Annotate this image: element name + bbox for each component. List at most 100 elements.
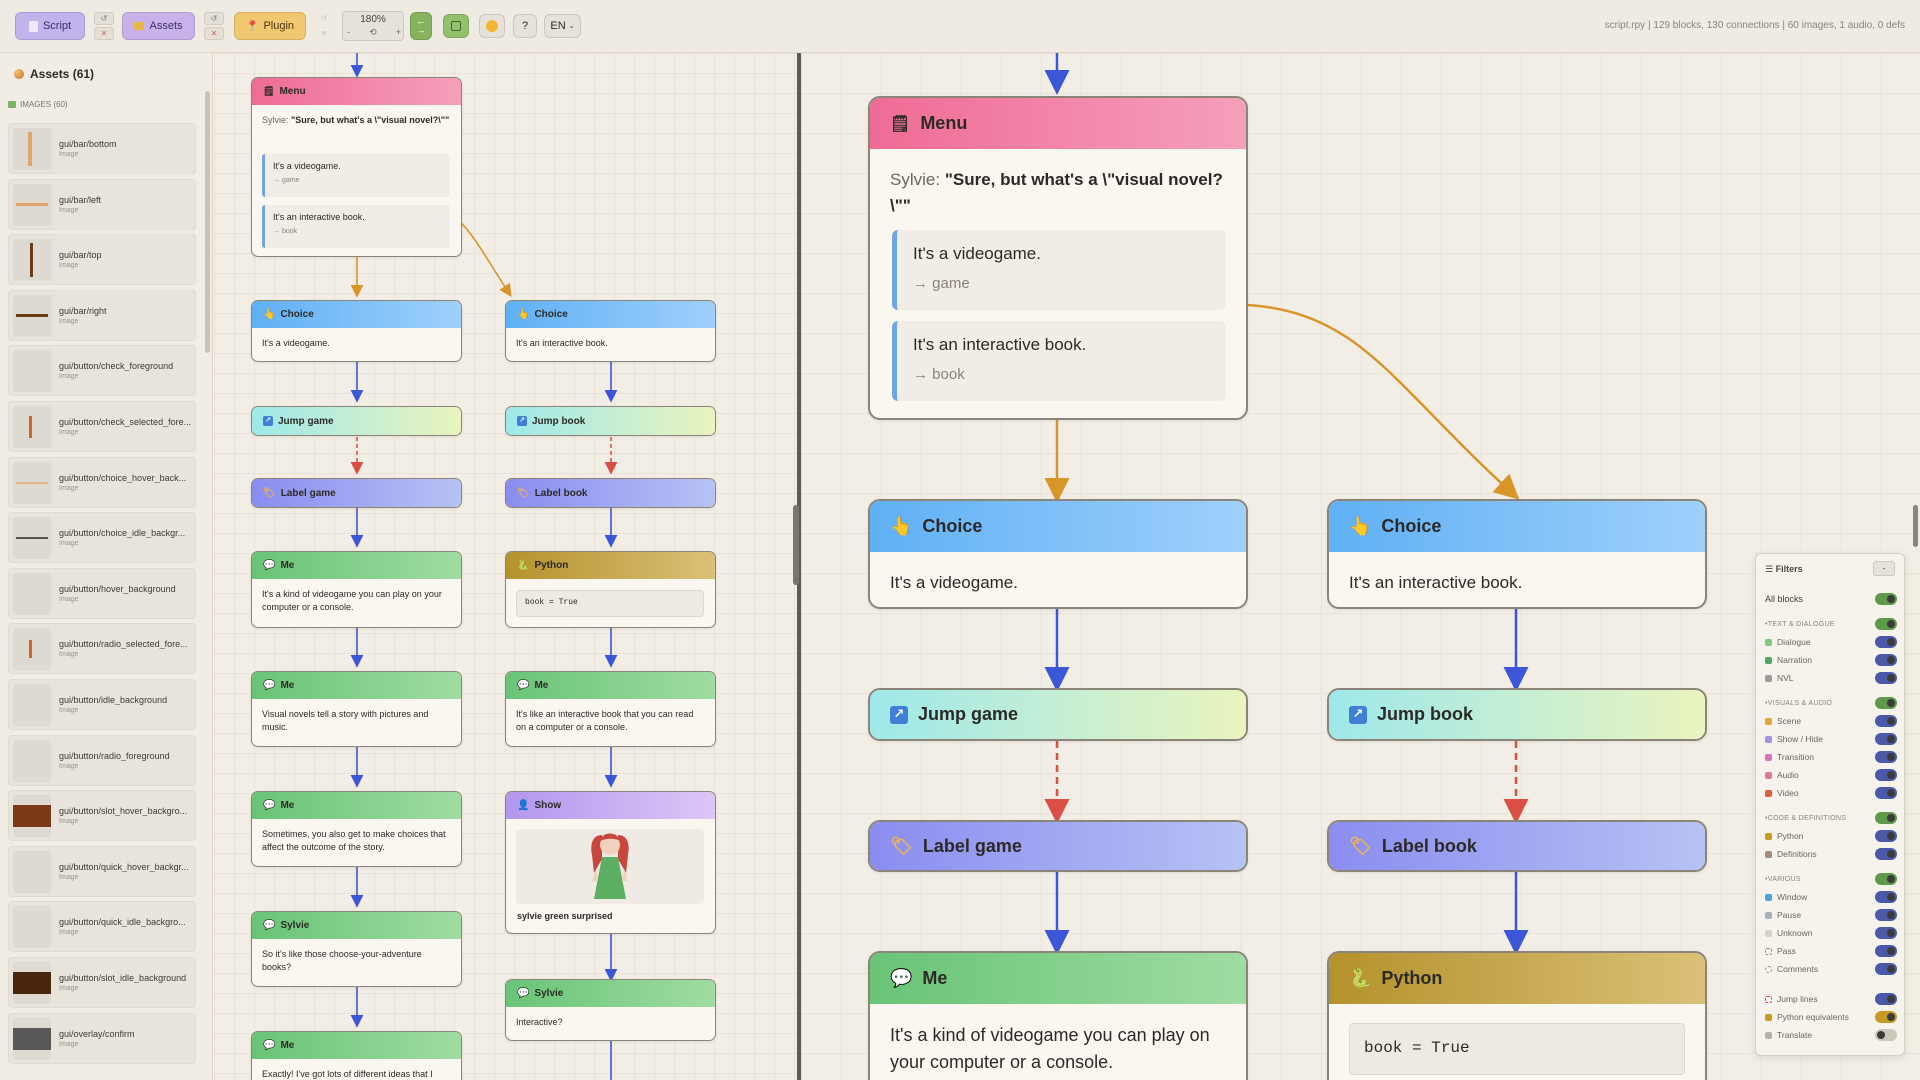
toggle-switch[interactable]	[1875, 654, 1897, 666]
menu-block[interactable]: 🗒 Menu Sylvie: "Sure, but what's a \"vis…	[251, 77, 462, 257]
filter-dialogue[interactable]: Dialogue	[1765, 635, 1897, 649]
label-book-block[interactable]: 🏷 Label book	[505, 478, 716, 508]
toggle-switch[interactable]	[1875, 733, 1897, 745]
toggle-switch[interactable]	[1875, 993, 1897, 1005]
python-block[interactable]: 🐍 Python book = True	[505, 551, 716, 628]
toggle-switch[interactable]	[1875, 593, 1897, 605]
asset-item[interactable]: gui/button/idle_background Image	[8, 678, 196, 730]
filter-pass[interactable]: Pass	[1765, 944, 1897, 958]
choice-block-book[interactable]: 👆 Choice It's an interactive book.	[505, 300, 716, 362]
choice-block-game[interactable]: 👆 Choice It's a videogame.	[251, 300, 462, 362]
filter-nvl[interactable]: NVL	[1765, 671, 1897, 685]
asset-item[interactable]: gui/bar/left Image	[8, 178, 196, 230]
dialogue-block-sylvie[interactable]: 💬 Sylvie So it's like those choose-your-a…	[251, 911, 462, 987]
dialogue-block-me[interactable]: 💬 Me It's like an interactive book that y…	[505, 671, 716, 747]
jump-book-block[interactable]: ↗ Jump book	[1327, 688, 1707, 741]
toggle-switch[interactable]	[1875, 909, 1897, 921]
asset-item[interactable]: gui/bar/bottom Image	[8, 123, 196, 174]
dialogue-block-sylvie[interactable]: 💬 Sylvie Interactive?	[505, 979, 716, 1041]
plugin-close-button[interactable]: ✕	[314, 27, 334, 40]
dialogue-block-me[interactable]: 💬 Me It's a kind of videogame you can pla…	[251, 551, 462, 628]
zoom-in-button[interactable]: +	[396, 27, 401, 38]
sidebar-scrollbar[interactable]	[205, 91, 210, 353]
label-game-block[interactable]: 🏷 Label game	[251, 478, 462, 508]
filter-comments[interactable]: Comments	[1765, 962, 1897, 976]
zoom-reset-button[interactable]: ⟲	[369, 27, 377, 38]
help-button[interactable]: ?	[513, 14, 537, 38]
toggle-switch[interactable]	[1875, 848, 1897, 860]
choice-block-book[interactable]: 👆 Choice It's an interactive book.	[1327, 499, 1707, 609]
jump-book-block[interactable]: ↗ Jump book	[505, 406, 716, 436]
toggle-switch[interactable]	[1875, 830, 1897, 842]
toggle-switch[interactable]	[1875, 963, 1897, 975]
collapse-filters-button[interactable]: -	[1873, 561, 1895, 576]
toggle-switch[interactable]	[1875, 891, 1897, 903]
dialogue-block-me[interactable]: 💬 Me It's a kind of videogame you can pla…	[868, 951, 1248, 1080]
images-section-header[interactable]: IMAGES (60)	[8, 100, 68, 109]
asset-item[interactable]: gui/button/radio_foreground Image	[8, 734, 196, 786]
toggle-switch[interactable]	[1875, 873, 1897, 885]
filter-video[interactable]: Video	[1765, 786, 1897, 800]
choice-block-game[interactable]: 👆 Choice It's a videogame.	[868, 499, 1248, 609]
filter-unknown[interactable]: Unknown	[1765, 926, 1897, 940]
toggle-switch[interactable]	[1875, 636, 1897, 648]
asset-item[interactable]: gui/button/choice_hover_back... Image	[8, 456, 196, 508]
assets-close-button[interactable]: ✕	[204, 27, 224, 40]
toggle-switch[interactable]	[1875, 1029, 1897, 1041]
label-book-block[interactable]: 🏷 Label book	[1327, 820, 1707, 872]
filter-narration[interactable]: Narration	[1765, 653, 1897, 667]
flow-canvas-zoomed[interactable]: 🗒 Menu Sylvie: "Sure, but what's a \"vis…	[801, 53, 1920, 1080]
filter-window[interactable]: Window	[1765, 890, 1897, 904]
filter-category-text[interactable]: • TEXT & DIALOGUE	[1765, 617, 1897, 631]
filter-category-various[interactable]: • VARIOUS	[1765, 872, 1897, 886]
show-block[interactable]: 👤 Show sylvie green surprised	[505, 791, 716, 934]
filter-python-equivalents[interactable]: Python equivalents	[1765, 1010, 1897, 1024]
script-reload-button[interactable]: ↺	[94, 12, 114, 25]
filter-all-blocks[interactable]: All blocks	[1765, 592, 1897, 606]
filter-audio[interactable]: Audio	[1765, 768, 1897, 782]
filter-transition[interactable]: Transition	[1765, 750, 1897, 764]
toggle-switch[interactable]	[1875, 945, 1897, 957]
toggle-switch[interactable]	[1875, 618, 1897, 630]
layout-toggle-button[interactable]: ← →	[410, 12, 432, 40]
flow-canvas-overview[interactable]: 🗒 Menu Sylvie: "Sure, but what's a \"vis…	[214, 53, 797, 1080]
filter-pause[interactable]: Pause	[1765, 908, 1897, 922]
asset-item[interactable]: gui/button/check_foreground Image	[8, 345, 196, 397]
filter-scene[interactable]: Scene	[1765, 714, 1897, 728]
toggle-switch[interactable]	[1875, 1011, 1897, 1023]
label-game-block[interactable]: 🏷 Label game	[868, 820, 1248, 872]
filter-python[interactable]: Python	[1765, 829, 1897, 843]
theme-button[interactable]	[479, 14, 505, 38]
jump-game-block[interactable]: ↗ Jump game	[868, 688, 1248, 741]
asset-item[interactable]: gui/button/quick_idle_backgro... Image	[8, 901, 196, 953]
menu-option-game[interactable]: It's a videogame. → game	[892, 230, 1226, 310]
script-button[interactable]: Script	[15, 12, 85, 40]
asset-item[interactable]: gui/button/slot_idle_background Image	[8, 956, 196, 1008]
menu-block[interactable]: 🗒 Menu Sylvie: "Sure, but what's a \"vis…	[868, 96, 1248, 420]
toggle-switch[interactable]	[1875, 751, 1897, 763]
menu-option-book[interactable]: It's an interactive book. → book	[262, 205, 450, 248]
assets-reload-button[interactable]: ↺	[204, 12, 224, 25]
menu-option-game[interactable]: It's a videogame. → game	[262, 154, 450, 197]
filter-category-code[interactable]: • CODE & DEFINITIONS	[1765, 811, 1897, 825]
asset-item[interactable]: gui/button/hover_background Image	[8, 567, 196, 619]
asset-item[interactable]: gui/overlay/confirm Image	[8, 1012, 196, 1064]
asset-item[interactable]: gui/button/radio_selected_fore... Image	[8, 623, 196, 675]
asset-item[interactable]: gui/button/check_selected_fore... Image	[8, 400, 196, 452]
asset-item[interactable]: gui/button/quick_hover_backgr... Image	[8, 845, 196, 897]
zoom-out-button[interactable]: -	[347, 27, 350, 38]
copy-button[interactable]	[443, 14, 469, 38]
language-select[interactable]: EN ⌄	[544, 14, 581, 38]
menu-option-book[interactable]: It's an interactive book. → book	[892, 321, 1226, 401]
toggle-switch[interactable]	[1875, 697, 1897, 709]
script-close-button[interactable]: ✕	[94, 27, 114, 40]
canvas-scrollbar[interactable]	[1913, 505, 1918, 547]
dialogue-block-me[interactable]: 💬 Me Exactly! I've got lots of different …	[251, 1031, 462, 1080]
filter-translate[interactable]: Translate	[1765, 1028, 1897, 1042]
toggle-switch[interactable]	[1875, 812, 1897, 824]
dialogue-block-me[interactable]: 💬 Me Sometimes, you also get to make choi…	[251, 791, 462, 867]
filter-show-hide[interactable]: Show / Hide	[1765, 732, 1897, 746]
python-block[interactable]: 🐍 Python book = True	[1327, 951, 1707, 1080]
toggle-switch[interactable]	[1875, 927, 1897, 939]
toggle-switch[interactable]	[1875, 715, 1897, 727]
